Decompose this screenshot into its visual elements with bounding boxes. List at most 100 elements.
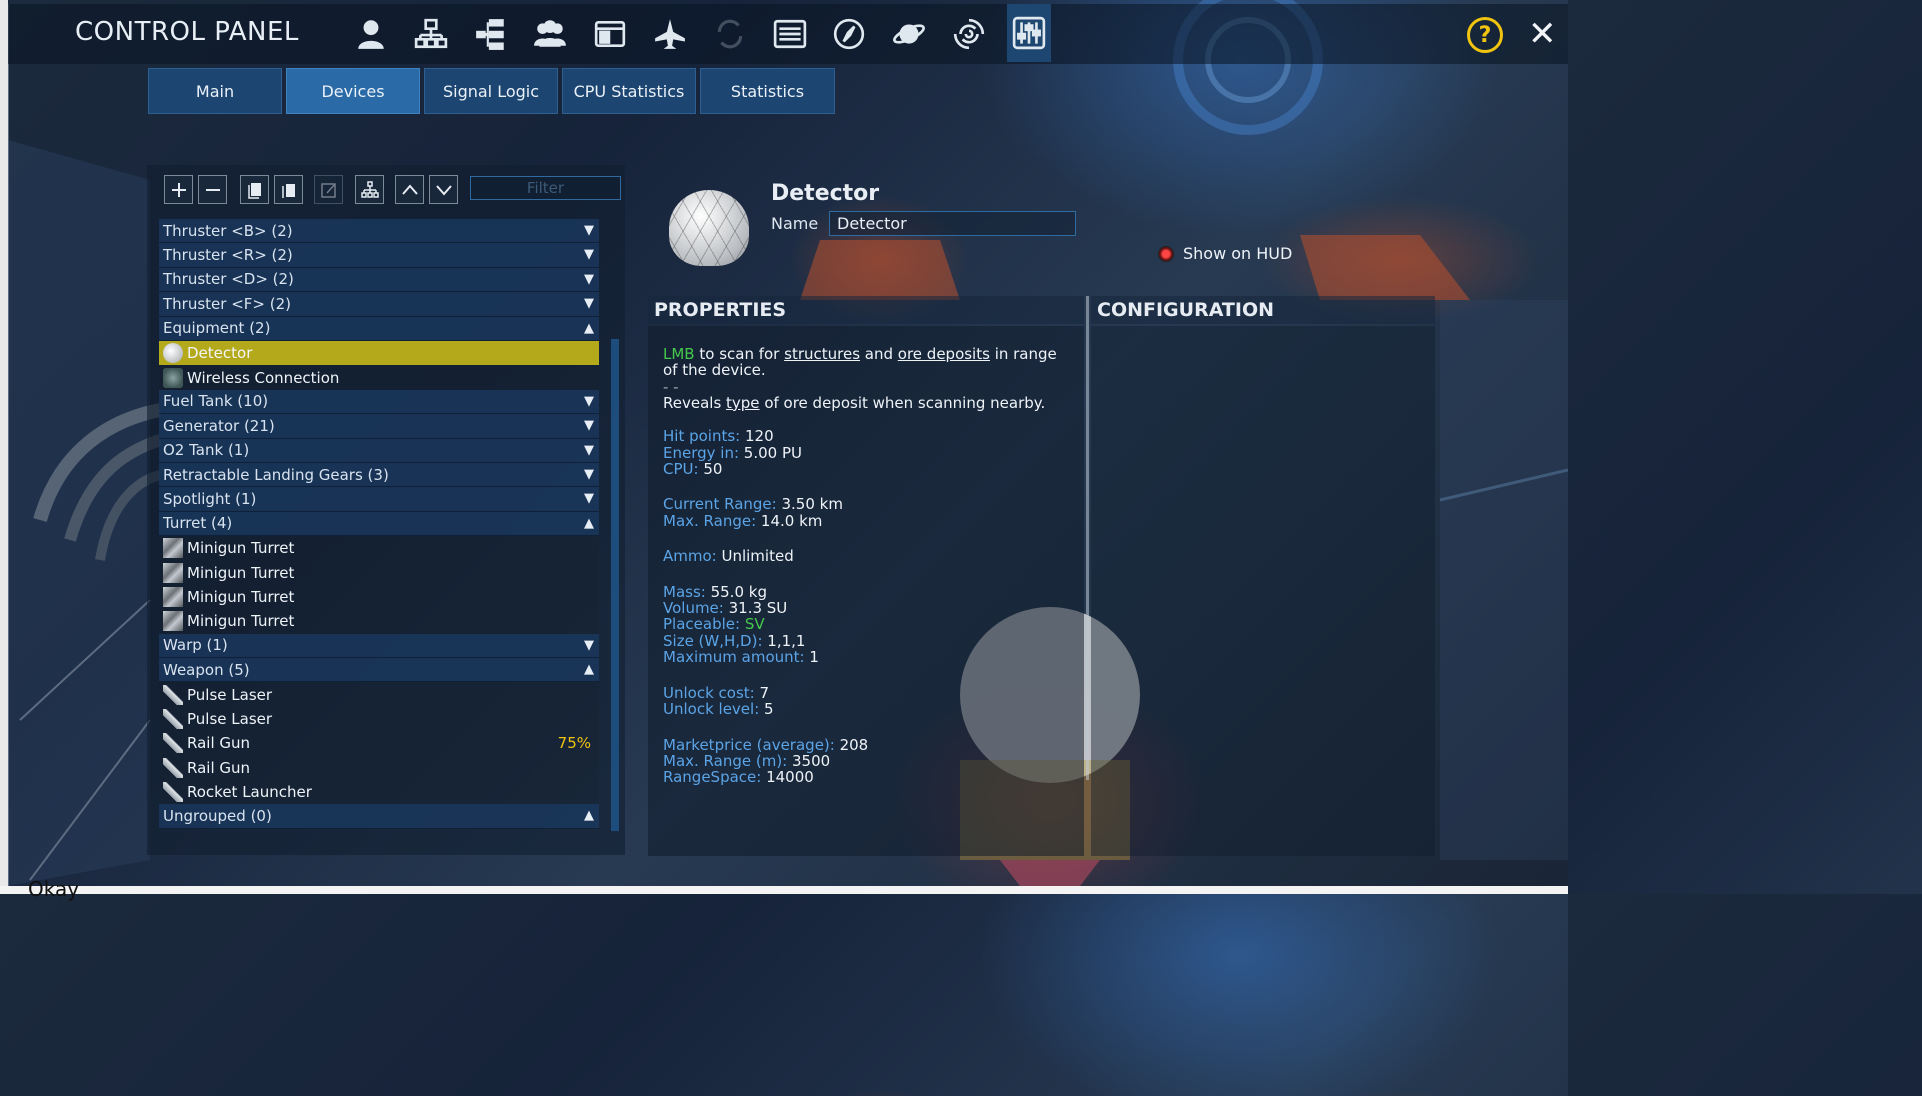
expand-arrow-icon[interactable]: ▼ [584,443,594,458]
device-row-label: Weapon (5) [163,660,250,679]
device-item-row[interactable]: Rail Gun [159,755,599,780]
device-item-row[interactable]: Pulse Laser [159,682,599,707]
turret-icon [163,538,183,559]
collapse-arrow-icon[interactable]: ▲ [584,516,594,531]
expand-arrow-icon[interactable]: ▼ [584,638,594,653]
expand-arrow-icon[interactable]: ▼ [584,223,594,238]
device-group-row[interactable]: Generator (21) ▼ [159,414,599,439]
name-label: Name [771,214,819,233]
device-item-row[interactable]: Minigun Turret [159,609,599,634]
stat-line: Placeable: SV [663,616,1073,632]
device-group-row[interactable]: Retractable Landing Gears (3) ▼ [159,462,599,488]
device-row-label: Ungrouped (0) [163,807,272,826]
turret-icon [163,562,183,583]
device-item-row[interactable]: Minigun Turret [159,560,599,585]
stat-line: Mass: 55.0 kg [663,583,1073,600]
device-row-label: Thruster <D> (2) [163,270,294,289]
show-on-hud-label: Show on HUD [1183,244,1293,263]
minus-icon [205,188,220,191]
device-group-row[interactable]: Thruster <D> (2) ▼ [159,267,599,293]
device-name-input[interactable] [829,211,1076,236]
device-item-row[interactable]: Minigun Turret [159,536,599,561]
window-icon[interactable] [588,12,632,56]
device-row-label: Retractable Landing Gears (3) [163,465,389,484]
tab-main[interactable]: Main [148,68,282,114]
stat-value: SV [740,615,765,634]
device-group-row[interactable]: O2 Tank (1) ▼ [159,438,599,463]
device-item-row[interactable]: Detector [159,340,599,366]
ship-icon[interactable] [648,12,692,56]
add-group-button[interactable] [164,175,193,204]
help-button[interactable]: ? [1467,17,1503,53]
device-group-row[interactable]: Thruster <R> (2) ▼ [159,243,599,268]
stat-line: Unlock level: 5 [663,701,1073,717]
stat-value: 7 [754,683,770,702]
expand-arrow-icon[interactable]: ▼ [584,247,594,262]
stat-value: 31.3 SU [723,599,788,618]
ore-deposits-link: ore deposits [897,345,990,363]
tab-statistics[interactable]: Statistics [700,68,835,114]
structure-icon[interactable] [409,12,453,56]
copy-icon [247,182,261,199]
device-row-label: Minigun Turret [187,612,295,631]
paste-button[interactable] [274,175,303,204]
stat-key: Max. Range (m): [663,751,788,770]
device-item-row[interactable]: Minigun Turret [159,584,599,610]
expand-arrow-icon[interactable]: ▼ [584,491,594,506]
expand-arrow-icon[interactable]: ▼ [584,467,594,482]
stat-key: Volume: [663,599,724,618]
expand-arrow-icon[interactable]: ▼ [584,296,594,311]
device-item-row[interactable]: Pulse Laser [159,706,599,732]
lmb-key: LMB [663,345,695,363]
tab-cpu-statistics[interactable]: CPU Statistics [562,68,696,114]
hierarchy-button[interactable] [355,175,384,204]
device-item-row[interactable]: Wireless Connection [159,365,599,390]
show-on-hud-toggle[interactable] [1158,246,1174,262]
expand-arrow-icon[interactable]: ▼ [584,418,594,433]
tree-icon[interactable] [469,12,513,56]
device-group-row[interactable]: Turret (4) ▲ [159,511,599,537]
device-group-row[interactable]: Spotlight (1) ▼ [159,487,599,512]
galaxy-icon[interactable] [947,12,991,56]
stat-key: Current Range: [663,495,777,514]
remove-group-button[interactable] [198,175,227,204]
tab-devices[interactable]: Devices [286,68,420,114]
device-group-row[interactable]: Weapon (5) ▲ [159,658,599,683]
faction-icon[interactable] [528,12,572,56]
configuration-panel [1091,326,1435,856]
device-row-label: Fuel Tank (10) [163,392,269,411]
device-group-row[interactable]: Warp (1) ▼ [159,633,599,659]
device-group-row[interactable]: Thruster <F> (2) ▼ [159,292,599,317]
sliders-icon[interactable] [1007,4,1051,62]
device-list-scrollbar[interactable] [611,339,619,831]
stat-line: Current Range: 3.50 km [663,496,1073,512]
description-dash: - - [663,377,679,396]
tab-signal-logic[interactable]: Signal Logic [424,68,558,114]
copy-button[interactable] [240,175,269,204]
window-bottom-edge [0,886,1568,894]
device-group-row[interactable]: Fuel Tank (10) ▼ [159,389,599,415]
close-button[interactable]: ✕ [1528,16,1557,52]
panel-divider [1086,296,1089,780]
player-icon[interactable] [349,12,393,56]
compass-icon[interactable] [827,12,871,56]
filter-input[interactable] [470,176,621,200]
expand-arrow-icon[interactable]: ▼ [584,272,594,287]
planet-icon[interactable] [887,12,931,56]
collapse-arrow-icon[interactable]: ▲ [584,808,594,823]
device-group-row[interactable]: Ungrouped (0) ▲ [159,804,599,829]
device-group-row[interactable]: Thruster <B> (2) ▼ [159,219,599,244]
move-down-button[interactable] [429,175,458,204]
collapse-arrow-icon[interactable]: ▲ [584,321,594,336]
device-item-row[interactable]: Rocket Launcher [159,779,599,805]
expand-arrow-icon[interactable]: ▼ [584,394,594,409]
collapse-arrow-icon[interactable]: ▲ [584,662,594,677]
device-group-row[interactable]: Equipment (2) ▲ [159,316,599,341]
edit-button[interactable] [314,175,343,204]
stat-value: 3.50 km [776,495,843,514]
stat-key: RangeSpace: [663,768,762,787]
device-item-row[interactable]: Rail Gun 75% [159,731,599,756]
move-up-button[interactable] [395,175,424,204]
list-icon[interactable] [768,12,812,56]
window-edge [0,0,8,894]
